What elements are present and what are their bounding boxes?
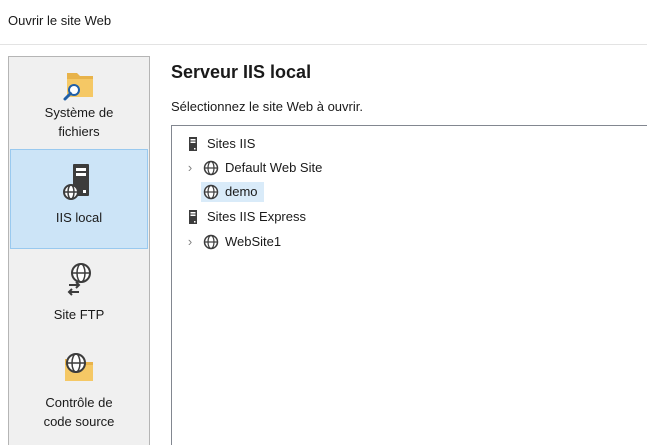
globe-icon (203, 234, 219, 250)
globe-icon (203, 160, 219, 176)
folder-globe-icon (65, 353, 93, 381)
server-icon (189, 137, 197, 151)
sidebar-item-label: Système de (44, 105, 114, 120)
tree-node-label: Sites IIS Express (207, 209, 306, 224)
tree-node-label: WebSite1 (225, 234, 282, 249)
chevron-right-icon[interactable]: › (185, 158, 195, 178)
tree-node-demo[interactable]: demo (201, 182, 264, 202)
server-icon (189, 210, 197, 224)
page-title: Serveur IIS local (171, 62, 312, 82)
tree-node-label: demo (225, 184, 258, 199)
sidebar-item-ftp-site[interactable]: Site FTP (10, 253, 148, 335)
sidebar-item-label: Contrôle de (45, 395, 113, 410)
location-sidebar: Système de fichiers IIS local Site FTP C… (8, 56, 150, 445)
tree-node-iis-sites[interactable]: Sites IIS (185, 134, 255, 154)
tree-node-website1[interactable]: WebSite1 (203, 232, 281, 252)
sidebar-item-source-control[interactable]: Contrôle de code source (10, 341, 148, 441)
globe-icon (203, 184, 219, 200)
sidebar-item-label: Site FTP (53, 307, 105, 322)
sidebar-item-label: IIS local (55, 210, 103, 225)
sidebar-item-file-system[interactable]: Système de fichiers (10, 61, 148, 145)
sidebar-item-label: code source (43, 414, 115, 429)
page-subtitle: Sélectionnez le site Web à ouvrir. (171, 99, 363, 114)
window-title: Ouvrir le site Web (8, 13, 112, 28)
title-bar: Ouvrir le site Web (0, 0, 647, 45)
server-globe-icon (63, 164, 89, 200)
sidebar-item-label: fichiers (58, 124, 100, 139)
site-tree[interactable]: Sites IIS › Default Web Site demo Sites … (171, 125, 647, 445)
sidebar-item-iis-local[interactable]: IIS local (10, 149, 148, 249)
chevron-right-icon[interactable]: › (185, 232, 195, 252)
tree-node-iis-express-sites[interactable]: Sites IIS Express (185, 207, 306, 227)
folder-search-icon (63, 73, 93, 101)
ftp-globe-icon (67, 263, 91, 296)
tree-node-label: Default Web Site (225, 160, 323, 175)
tree-node-label: Sites IIS (207, 136, 256, 151)
tree-node-default-web-site[interactable]: Default Web Site (203, 158, 322, 178)
